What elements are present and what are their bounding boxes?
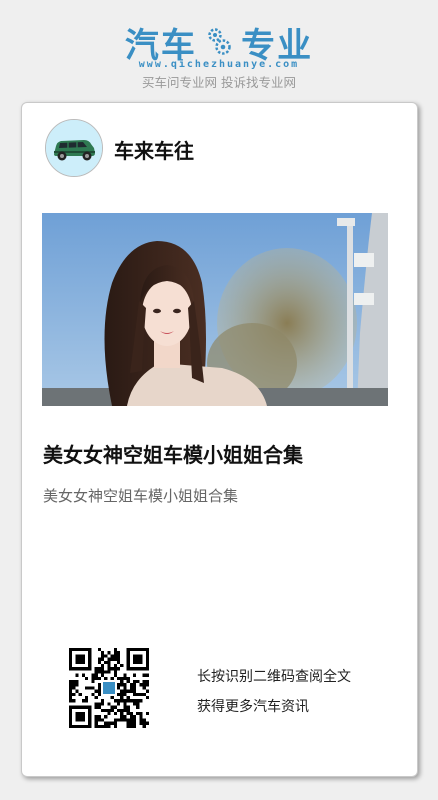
channel-avatar[interactable] bbox=[45, 119, 103, 177]
article-summary: 美女女神空姐车模小姐姐合集 bbox=[43, 487, 239, 505]
qr-code[interactable] bbox=[69, 648, 149, 728]
article-title[interactable]: 美女女神空姐车模小姐姐合集 bbox=[43, 439, 303, 468]
article-share-card: 车来车往 美女女神空姐车模小姐姐合集 美女女神空姐车模小姐姐合集 长按识别二维码… bbox=[21, 102, 418, 777]
site-domain: www.qichezhuanye.com bbox=[138, 59, 300, 70]
gear-icon bbox=[206, 26, 232, 60]
qr-hint-line2: 获得更多汽车资讯 bbox=[197, 699, 309, 715]
site-slogan: 买车问专业网 投诉找专业网 bbox=[142, 75, 296, 90]
car-icon bbox=[46, 120, 102, 176]
qr-hint-line1: 长按识别二维码查阅全文 bbox=[197, 669, 351, 685]
channel-name[interactable]: 车来车往 bbox=[114, 135, 194, 164]
site-header: 汽车 专业 www.qichezhuanye.com 买车问专业网 投诉找专业网 bbox=[0, 0, 438, 100]
article-cover-image[interactable] bbox=[42, 213, 388, 406]
